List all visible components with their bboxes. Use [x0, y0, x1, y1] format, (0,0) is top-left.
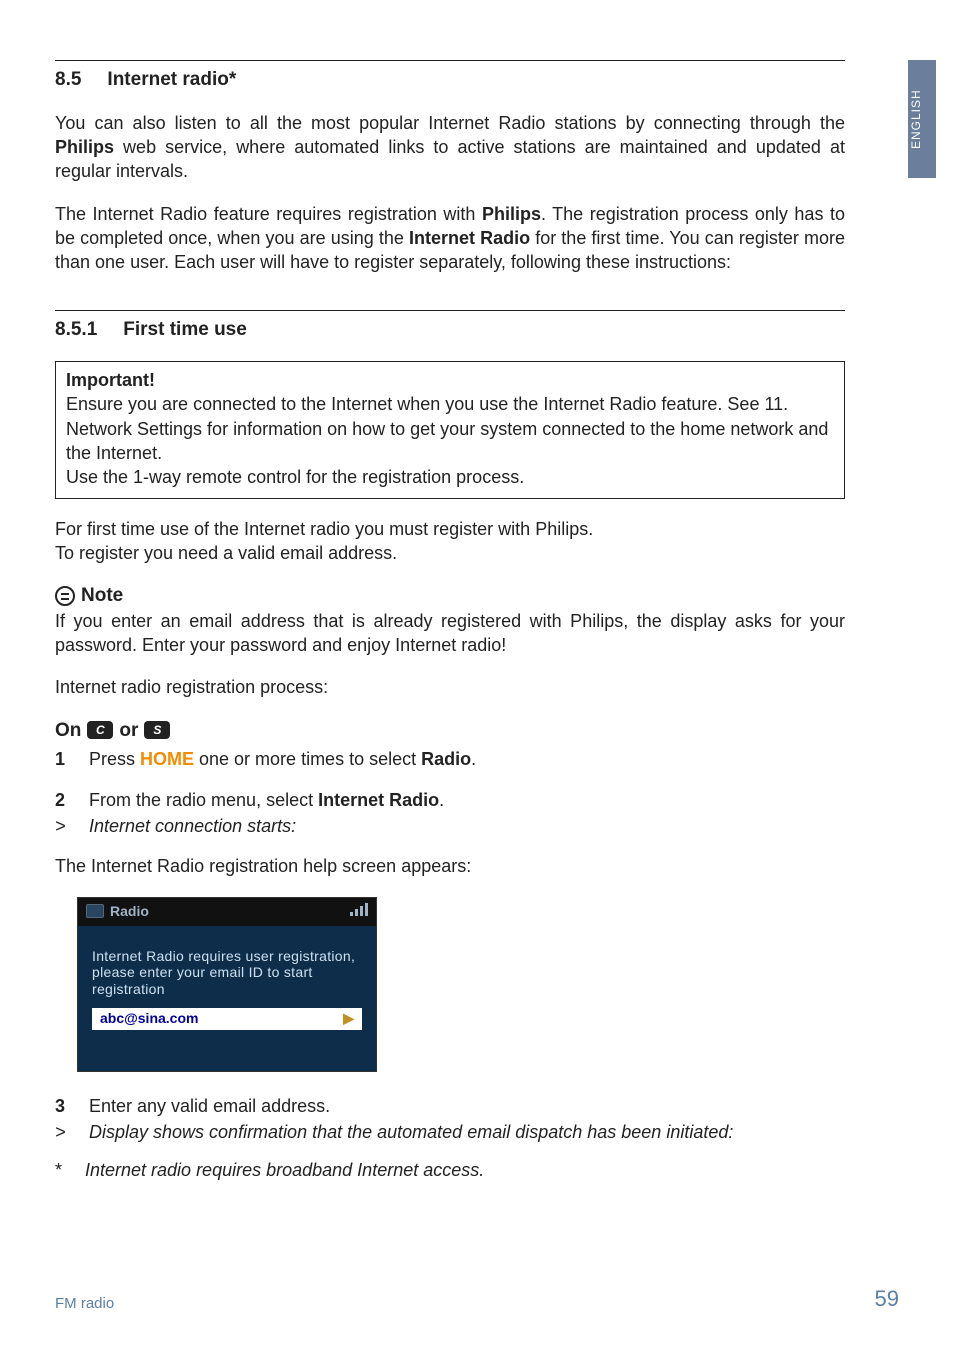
signal-icon	[350, 902, 368, 916]
section-title: Internet radio*	[107, 67, 236, 93]
chip-c-icon: C	[87, 721, 113, 739]
divider	[55, 310, 845, 311]
text: You can also listen to all the most popu…	[55, 113, 845, 133]
screenshot-header: Radio	[86, 902, 368, 921]
on-c-or-s: On C or S	[55, 718, 845, 744]
brand-name: Philips	[55, 137, 114, 157]
text: .	[439, 790, 444, 810]
screenshot-title: Radio	[110, 902, 149, 921]
footnote: * Internet radio requires broadband Inte…	[55, 1158, 845, 1182]
footer-section: FM radio	[55, 1294, 114, 1314]
step-text: Press HOME one or more times to select R…	[89, 747, 476, 771]
text: one or more times to select	[194, 749, 421, 769]
page-number: 59	[875, 1284, 899, 1314]
section-title: First time use	[123, 317, 247, 343]
result-marker: >	[55, 1120, 73, 1144]
step-3-result: > Display shows confirmation that the au…	[55, 1120, 845, 1144]
note-heading: Note	[55, 583, 845, 609]
text: The Internet Radio feature requires regi…	[55, 204, 482, 224]
section-number: 8.5	[55, 67, 81, 93]
menu-ref: Radio	[421, 749, 471, 769]
step-2-result: > Internet connection starts:	[55, 814, 845, 838]
result-marker: >	[55, 814, 73, 838]
chip-s-icon: S	[144, 721, 170, 739]
arrow-right-icon: ▶	[343, 1009, 354, 1028]
note-text: If you enter an email address that is al…	[55, 609, 845, 658]
section-heading-8-5: 8.5 Internet radio*	[55, 67, 845, 93]
step-number: 3	[55, 1094, 73, 1118]
step-1: 1 Press HOME one or more times to select…	[55, 747, 845, 771]
text: or	[119, 718, 138, 744]
step-number: 1	[55, 747, 73, 771]
step-text: From the radio menu, select Internet Rad…	[89, 788, 444, 812]
page-content: 8.5 Internet radio* You can also listen …	[0, 0, 900, 1222]
section-heading-8-5-1: 8.5.1 First time use	[55, 317, 845, 343]
paragraph: To register you need a valid email addre…	[55, 541, 845, 565]
device-screenshot: Radio Internet Radio requires user regis…	[77, 897, 377, 1072]
paragraph: You can also listen to all the most popu…	[55, 111, 845, 184]
radio-icon	[86, 904, 104, 918]
step-3: 3 Enter any valid email address.	[55, 1094, 845, 1118]
footnote-text: Internet radio requires broadband Intern…	[85, 1158, 484, 1182]
paragraph: For first time use of the Internet radio…	[55, 517, 845, 541]
screenshot-input: abc@sina.com ▶	[92, 1008, 362, 1030]
result-text: Internet connection starts:	[89, 814, 296, 838]
important-box: Important! Ensure you are connected to t…	[55, 361, 845, 498]
brand-name: Philips	[482, 204, 541, 224]
paragraph: Internet radio registration process:	[55, 675, 845, 699]
screenshot-input-text: abc@sina.com	[100, 1009, 198, 1028]
note-label: Note	[81, 583, 123, 609]
language-tab: ENGLISH	[908, 60, 936, 178]
text: Press	[89, 749, 140, 769]
note-icon	[55, 586, 75, 606]
paragraph: The Internet Radio feature requires regi…	[55, 202, 845, 275]
text: On	[55, 718, 81, 744]
text: .	[471, 749, 476, 769]
menu-ref: Internet Radio	[318, 790, 439, 810]
screenshot-message: Internet Radio requires user registratio…	[92, 948, 362, 998]
step-number: 2	[55, 788, 73, 812]
text: web service, where automated links to ac…	[55, 137, 845, 181]
section-number: 8.5.1	[55, 317, 97, 343]
text: From the radio menu, select	[89, 790, 318, 810]
box-text: Use the 1-way remote control for the reg…	[66, 465, 834, 489]
result-text: Display shows confirmation that the auto…	[89, 1120, 733, 1144]
step-2: 2 From the radio menu, select Internet R…	[55, 788, 845, 812]
divider	[55, 60, 845, 61]
paragraph: The Internet Radio registration help scr…	[55, 854, 845, 878]
box-text: Ensure you are connected to the Internet…	[66, 392, 834, 465]
step-text: Enter any valid email address.	[89, 1094, 330, 1118]
footnote-marker: *	[55, 1158, 73, 1182]
button-ref: HOME	[140, 749, 194, 769]
page-footer: FM radio 59	[55, 1284, 899, 1314]
feature-name: Internet Radio	[409, 228, 530, 248]
box-title: Important!	[66, 368, 834, 392]
